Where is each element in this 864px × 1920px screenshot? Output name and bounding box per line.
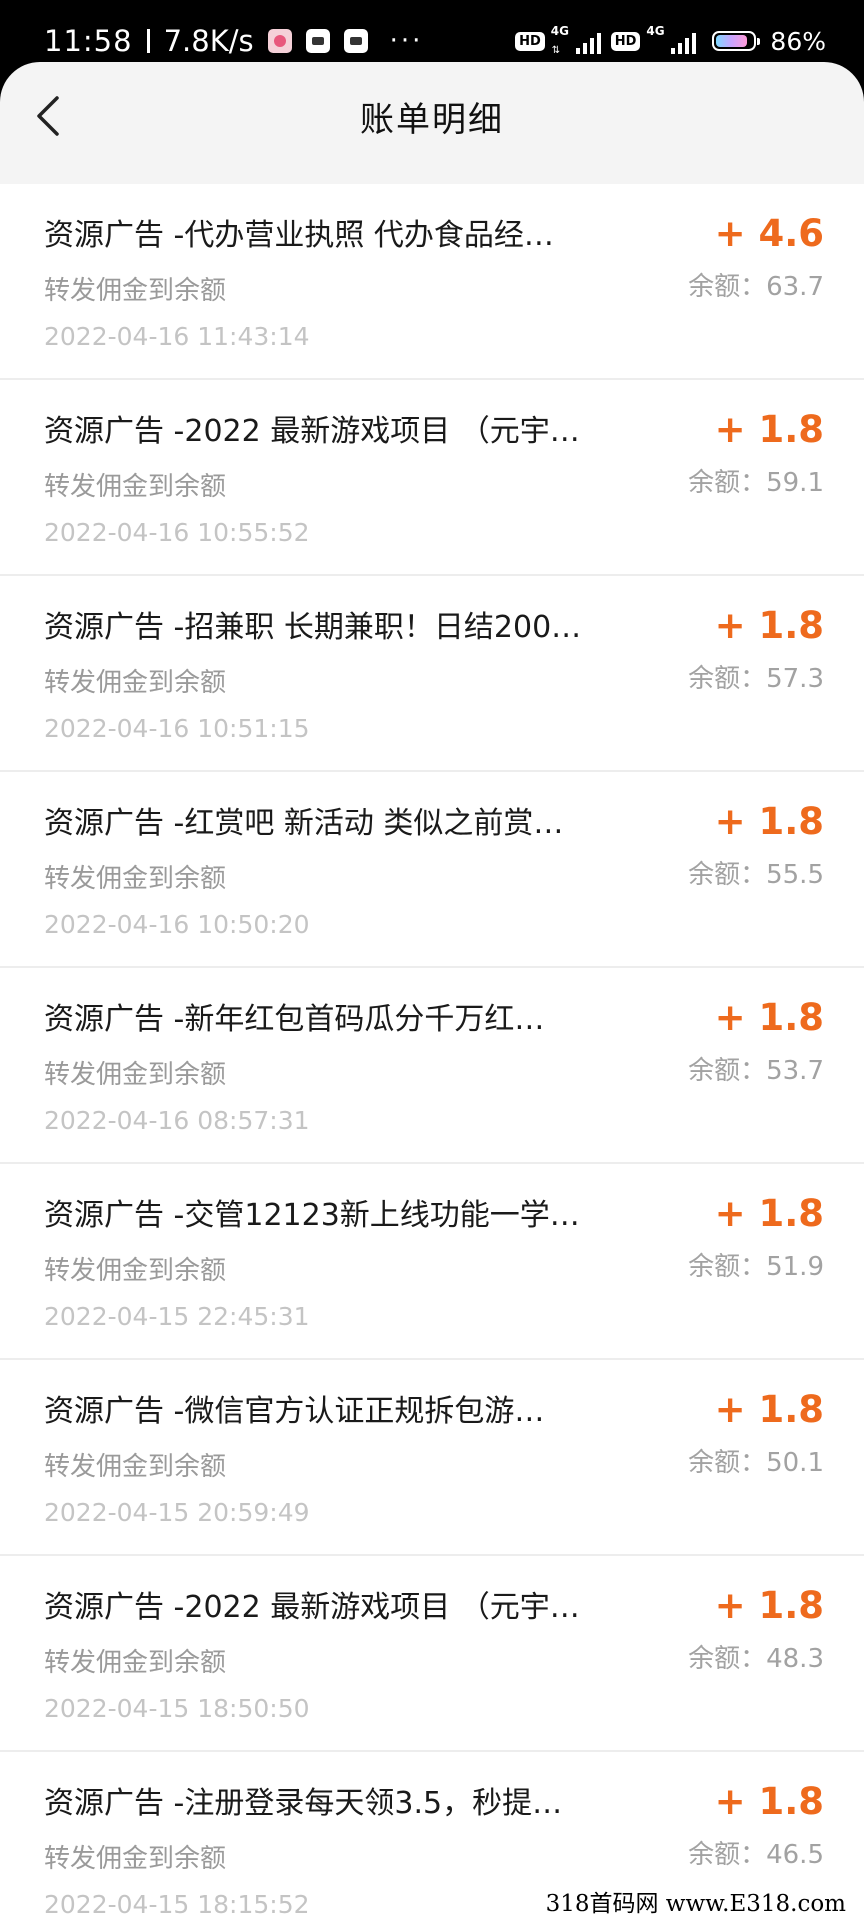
hd-voice-icon: HD xyxy=(610,31,641,51)
hd-voice-icon: HD xyxy=(515,31,545,51)
transaction-description: 转发佣金到余额 xyxy=(44,1648,227,1678)
nav-bar: 账单明细 xyxy=(0,62,864,183)
app-notification-icon xyxy=(267,29,292,53)
transaction-balance: 余额：59.1 xyxy=(688,468,824,498)
transaction-title: 资源广告 -招兼职 长期兼职！日结200… xyxy=(44,610,582,645)
page-title: 账单明细 xyxy=(360,100,504,140)
transaction-row[interactable]: 资源广告 -2022 最新游戏项目 （元宇… 转发佣金到余额 2022-04-16 … xyxy=(0,380,864,576)
transaction-date: 2022-04-16 11:43:14 xyxy=(44,322,310,351)
transaction-balance: 余额：51.9 xyxy=(688,1252,824,1282)
transaction-amount: + 1.8 xyxy=(714,1780,824,1823)
transaction-date: 2022-04-16 10:55:52 xyxy=(44,518,310,547)
transaction-description: 转发佣金到余额 xyxy=(44,1452,227,1482)
transaction-balance: 余额：63.7 xyxy=(688,272,824,302)
transaction-description: 转发佣金到余额 xyxy=(44,472,227,502)
more-notifications-icon: ··· xyxy=(389,26,424,56)
transaction-date: 2022-04-15 20:59:49 xyxy=(44,1498,310,1527)
network-speed: 7.8K/s xyxy=(163,24,254,58)
transaction-date: 2022-04-15 22:45:31 xyxy=(44,1302,310,1331)
transaction-title: 资源广告 -微信官方认证正规拆包游… xyxy=(44,1394,545,1429)
transaction-date: 2022-04-16 08:57:31 xyxy=(44,1106,310,1135)
transaction-balance: 余额：55.5 xyxy=(688,860,824,890)
transaction-title: 资源广告 -交管12123新上线功能一学… xyxy=(44,1198,580,1233)
transaction-row[interactable]: 资源广告 -招兼职 长期兼职！日结200… 转发佣金到余额 2022-04-16 1… xyxy=(0,576,864,772)
transaction-list: 资源广告 -代办营业执照 代办食品经… 转发佣金到余额 2022-04-16 11:… xyxy=(0,184,864,1920)
transaction-title: 资源广告 -代办营业执照 代办食品经… xyxy=(44,218,554,253)
transaction-row[interactable]: 资源广告 -2022 最新游戏项目 （元宇… 转发佣金到余额 2022-04-15 … xyxy=(0,1556,864,1752)
transaction-amount: + 1.8 xyxy=(714,604,824,647)
transaction-balance: 余额：50.1 xyxy=(688,1448,824,1478)
cellular-signal-icon: 4G ⇅ xyxy=(551,24,601,56)
transaction-title: 资源广告 -2022 最新游戏项目 （元宇… xyxy=(44,414,580,449)
back-button[interactable] xyxy=(26,86,70,146)
transaction-description: 转发佣金到余额 xyxy=(44,668,227,698)
transaction-date: 2022-04-16 10:51:15 xyxy=(44,714,310,743)
transaction-balance: 余额：53.7 xyxy=(688,1056,824,1086)
status-bar-right: HD 4G ⇅ HD 4G 86% xyxy=(515,24,826,56)
transaction-title: 资源广告 -2022 最新游戏项目 （元宇… xyxy=(44,1590,580,1625)
transaction-balance: 余额：57.3 xyxy=(688,664,824,694)
cellular-signal-icon: 4G xyxy=(646,24,697,56)
transaction-title: 资源广告 -新年红包首码瓜分千万红… xyxy=(44,1002,545,1037)
watermark: 318首码网 www.E318.com xyxy=(539,1882,852,1920)
transaction-amount: + 1.8 xyxy=(714,1388,824,1431)
transaction-amount: + 1.8 xyxy=(714,1584,824,1627)
transaction-title: 资源广告 -注册登录每天领3.5，秒提… xyxy=(44,1786,563,1821)
transaction-amount: + 1.8 xyxy=(714,800,824,843)
battery-percent: 86% xyxy=(770,26,826,56)
bill-details-page: 账单明细 资源广告 -代办营业执照 代办食品经… 转发佣金到余额 2022-04-1… xyxy=(0,62,864,1920)
transaction-description: 转发佣金到余额 xyxy=(44,1844,227,1874)
status-divider xyxy=(146,29,150,53)
transaction-row[interactable]: 资源广告 -新年红包首码瓜分千万红… 转发佣金到余额 2022-04-16 08:5… xyxy=(0,968,864,1164)
app-notification-icon xyxy=(305,29,330,53)
transaction-row[interactable]: 资源广告 -交管12123新上线功能一学… 转发佣金到余额 2022-04-15 2… xyxy=(0,1164,864,1360)
transaction-balance: 余额：48.3 xyxy=(688,1644,824,1674)
transaction-amount: + 1.8 xyxy=(714,1192,824,1235)
transaction-description: 转发佣金到余额 xyxy=(44,1256,227,1286)
transaction-description: 转发佣金到余额 xyxy=(44,864,227,894)
chevron-left-icon xyxy=(37,96,59,136)
status-bar-left: 11:58 7.8K/s ··· xyxy=(44,24,423,58)
status-time: 11:58 xyxy=(44,24,133,58)
transaction-description: 转发佣金到余额 xyxy=(44,276,227,306)
transaction-amount: + 1.8 xyxy=(714,408,824,451)
app-notification-icon xyxy=(343,29,368,53)
transaction-row[interactable]: 资源广告 -微信官方认证正规拆包游… 转发佣金到余额 2022-04-15 20:5… xyxy=(0,1360,864,1556)
transaction-amount: + 4.6 xyxy=(714,212,824,255)
transaction-date: 2022-04-15 18:15:52 xyxy=(44,1890,310,1919)
transaction-balance: 余额：46.5 xyxy=(688,1840,824,1870)
battery-icon xyxy=(712,31,761,51)
transaction-amount: + 1.8 xyxy=(714,996,824,1039)
transaction-date: 2022-04-15 18:50:50 xyxy=(44,1694,310,1723)
transaction-row[interactable]: 资源广告 -代办营业执照 代办食品经… 转发佣金到余额 2022-04-16 11:… xyxy=(0,184,864,380)
transaction-title: 资源广告 -红赏吧 新活动 类似之前赏… xyxy=(44,806,564,841)
transaction-date: 2022-04-16 10:50:20 xyxy=(44,910,310,939)
transaction-row[interactable]: 资源广告 -红赏吧 新活动 类似之前赏… 转发佣金到余额 2022-04-16 10… xyxy=(0,772,864,968)
transaction-description: 转发佣金到余额 xyxy=(44,1060,227,1090)
